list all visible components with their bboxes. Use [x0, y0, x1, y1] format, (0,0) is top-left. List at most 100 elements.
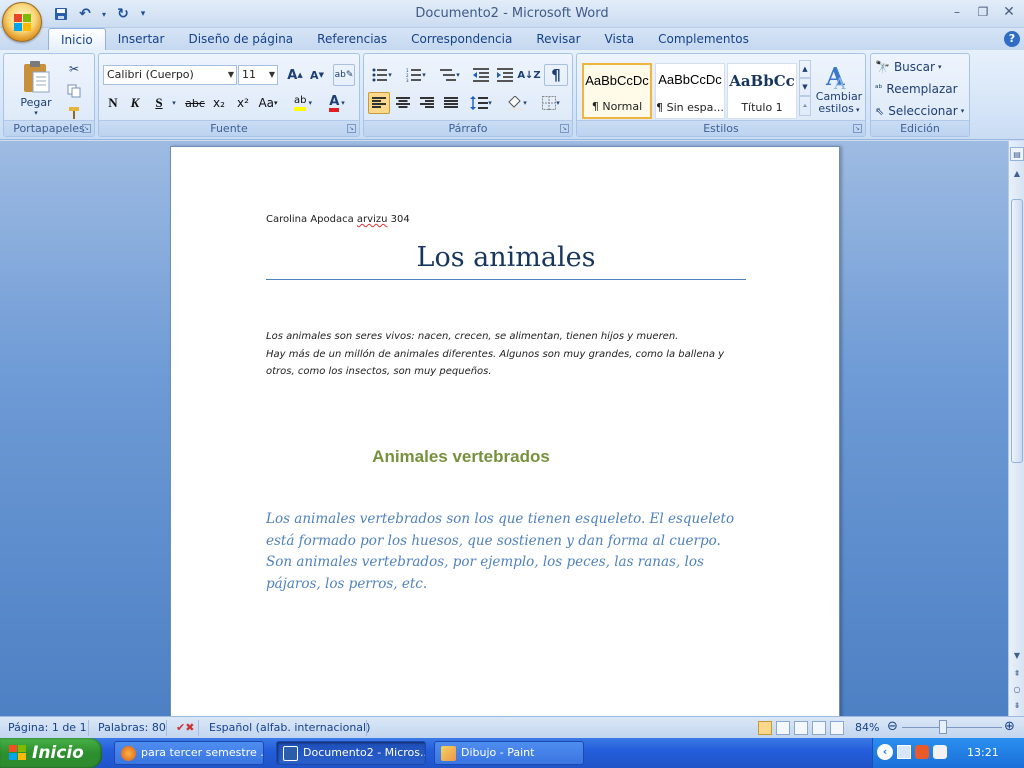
network-icon[interactable] — [897, 745, 911, 759]
document-page[interactable]: Carolina Apodaca arvizu 304 Los animales… — [170, 146, 840, 716]
styles-more-icon[interactable]: ⩡ — [799, 96, 811, 116]
font-name-value: Calibri (Cuerpo) — [107, 68, 194, 81]
style-name: ¶ Sin espa... — [656, 101, 724, 114]
select-browse-object-icon[interactable]: ○ — [1010, 683, 1024, 697]
decrease-indent-icon[interactable] — [470, 64, 492, 86]
language[interactable]: Español (alfab. internacional) — [209, 721, 370, 734]
office-button[interactable] — [2, 2, 42, 42]
underline-dropdown-icon[interactable]: ▾ — [169, 92, 179, 114]
justify-icon[interactable] — [440, 92, 462, 114]
style-sin-espaciado[interactable]: AaBbCcDc ¶ Sin espa... — [655, 63, 725, 119]
paragraph-launcher-icon[interactable]: ↘ — [560, 124, 569, 133]
spelling-error-word[interactable]: arvizu — [357, 214, 388, 225]
full-screen-reading-icon[interactable] — [776, 721, 790, 735]
task-firefox[interactable]: para tercer semestre ... — [114, 741, 264, 765]
web-layout-icon[interactable] — [794, 721, 808, 735]
vertical-scrollbar[interactable]: ▤ ▲ ▼ ⇞ ○ ⇟ — [1008, 141, 1024, 716]
tab-correspondencia[interactable]: Correspondencia — [399, 28, 524, 50]
superscript-button[interactable]: x² — [233, 92, 253, 114]
tab-vista[interactable]: Vista — [593, 28, 647, 50]
find-button[interactable]: 🔭 Buscar ▾ — [875, 56, 967, 78]
styles-scroll-up-icon[interactable]: ▲ — [799, 60, 811, 78]
font-color-button[interactable]: A ▾ — [323, 92, 351, 114]
subscript-button[interactable]: x₂ — [209, 92, 229, 114]
font-launcher-icon[interactable]: ↘ — [347, 124, 356, 133]
borders-icon[interactable]: ▾ — [536, 92, 566, 114]
show-hidden-icons-icon[interactable]: ‹ — [877, 744, 893, 760]
task-paint[interactable]: Dibujo - Paint — [434, 741, 584, 765]
scroll-thumb[interactable] — [1011, 199, 1023, 463]
start-button[interactable]: Inicio — [0, 738, 102, 768]
style-titulo-1[interactable]: AaBbCc Título 1 — [727, 63, 797, 119]
grow-font-button[interactable]: A ▲ — [285, 64, 305, 86]
bullets-icon[interactable]: ▾ — [368, 64, 396, 86]
tab-referencias[interactable]: Referencias — [305, 28, 399, 50]
select-button[interactable]: ⇖ Seleccionar ▾ — [875, 100, 967, 122]
draft-view-icon[interactable] — [830, 721, 844, 735]
show-formatting-button[interactable]: ¶ — [544, 64, 568, 86]
proofing-icon[interactable]: ✔✖ — [176, 721, 194, 734]
styles-scroll-down-icon[interactable]: ▼ — [799, 78, 811, 96]
tab-complementos[interactable]: Complementos — [646, 28, 761, 50]
antivirus-icon[interactable] — [933, 745, 947, 759]
font-size-combo[interactable]: 11 ▼ — [238, 65, 278, 85]
zoom-in-icon[interactable]: ⊕ — [1004, 719, 1015, 734]
increase-indent-icon[interactable] — [494, 64, 516, 86]
align-right-icon[interactable] — [416, 92, 438, 114]
change-case-button[interactable]: Aa ▾ — [257, 92, 279, 114]
zoom-slider-thumb[interactable] — [939, 720, 947, 734]
tab-inicio[interactable]: Inicio — [48, 28, 106, 50]
tab-revisar[interactable]: Revisar — [524, 28, 592, 50]
copy-icon[interactable] — [64, 80, 84, 102]
word-count[interactable]: Palabras: 80 — [98, 721, 166, 734]
zoom-slider[interactable] — [902, 727, 1002, 728]
next-page-icon[interactable]: ⇟ — [1010, 699, 1024, 713]
task-word[interactable]: Documento2 - Micros... — [276, 741, 426, 765]
scroll-down-icon[interactable]: ▼ — [1010, 649, 1024, 663]
page-count[interactable]: Página: 1 de 1 — [8, 721, 87, 734]
editing-group: 🔭 Buscar ▾ ᵃᵇ Reemplazar ⇖ Seleccionar ▾ E… — [870, 53, 970, 137]
tab-diseno-pagina[interactable]: Diseño de página — [176, 28, 305, 50]
align-center-icon[interactable] — [392, 92, 414, 114]
multilevel-list-icon[interactable]: ▾ — [436, 64, 464, 86]
shrink-font-button[interactable]: A ▼ — [307, 64, 327, 86]
paste-button[interactable]: Pegar ▾ — [10, 56, 62, 120]
find-label: Buscar — [893, 60, 935, 74]
replace-button[interactable]: ᵃᵇ Reemplazar — [875, 78, 967, 100]
underline-button[interactable]: S — [149, 92, 169, 114]
strikethrough-button[interactable]: abc — [183, 92, 207, 114]
restore-button[interactable]: ❐ — [972, 3, 994, 21]
clear-formatting-icon[interactable]: ab✎ — [333, 64, 355, 86]
sort-icon[interactable]: A↓Z — [517, 64, 540, 86]
shading-icon[interactable]: ▾ — [502, 92, 532, 114]
bold-button[interactable]: N — [103, 92, 123, 114]
print-layout-icon[interactable] — [758, 721, 772, 735]
styles-launcher-icon[interactable]: ↘ — [853, 124, 862, 133]
outline-view-icon[interactable] — [812, 721, 826, 735]
close-button[interactable]: ✕ — [998, 3, 1020, 21]
minimize-button[interactable]: – — [946, 3, 968, 21]
previous-page-icon[interactable]: ⇞ — [1010, 667, 1024, 681]
italic-button[interactable]: K — [125, 92, 145, 114]
clipboard-launcher-icon[interactable]: ↘ — [82, 124, 91, 133]
highlight-button[interactable]: ab ▾ — [289, 92, 317, 114]
chevron-down-icon: ▼ — [227, 70, 234, 79]
ruler-toggle-icon[interactable]: ▤ — [1010, 147, 1024, 161]
clock[interactable]: 13:21 — [967, 746, 999, 759]
font-name-combo[interactable]: Calibri (Cuerpo) ▼ — [103, 65, 237, 85]
tab-insertar[interactable]: Insertar — [106, 28, 177, 50]
numbering-icon[interactable]: 1 2 3 ▾ — [402, 64, 430, 86]
help-icon[interactable]: ? — [1004, 31, 1020, 47]
tray-app-icon[interactable] — [915, 745, 929, 759]
align-left-icon[interactable] — [368, 92, 390, 114]
cut-icon[interactable]: ✂ — [64, 58, 84, 80]
svg-text:3: 3 — [406, 78, 409, 82]
style-normal[interactable]: AaBbCcDc ¶ Normal — [582, 63, 652, 119]
zoom-level[interactable]: 84% — [855, 721, 879, 734]
scroll-up-icon[interactable]: ▲ — [1010, 167, 1024, 181]
zoom-out-icon[interactable]: ⊖ — [887, 719, 898, 734]
line-spacing-icon[interactable]: ▾ — [466, 92, 496, 114]
taskbar: Inicio para tercer semestre ... Document… — [0, 738, 1024, 768]
shrink-font-label: A — [310, 68, 319, 82]
change-styles-button[interactable]: AA Cambiar estilos ▾ — [815, 56, 863, 120]
